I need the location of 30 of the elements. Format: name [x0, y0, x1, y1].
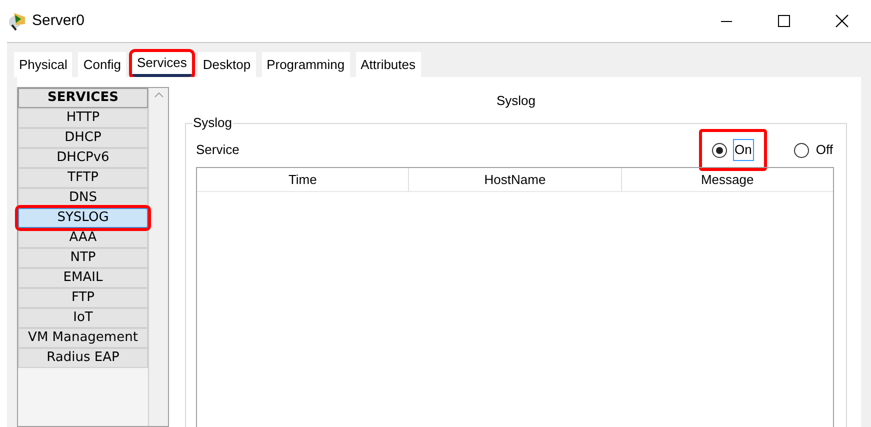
service-item[interactable]: VM Management: [18, 328, 148, 348]
service-item[interactable]: TFTP: [18, 168, 148, 188]
service-item[interactable]: DHCP: [18, 128, 148, 148]
tab[interactable]: Programming: [262, 52, 350, 77]
column-header[interactable]: Message: [620, 168, 833, 191]
radio-option[interactable]: Off: [780, 130, 847, 170]
column-header[interactable]: Time: [197, 168, 408, 191]
service-item[interactable]: IoT: [18, 308, 148, 328]
tab[interactable]: Config: [78, 52, 126, 77]
scrollbar[interactable]: [148, 88, 168, 426]
service-item[interactable]: FTP: [18, 288, 148, 308]
tab[interactable]: Services: [132, 52, 192, 77]
panel-title: Syslog: [495, 92, 537, 110]
window-title: Server0: [32, 10, 85, 31]
service-item[interactable]: SYSLOG: [18, 208, 148, 228]
tab[interactable]: Physical: [14, 52, 72, 77]
server-app-icon: [8, 11, 28, 31]
service-item[interactable]: DHCPv6: [18, 148, 148, 168]
tab[interactable]: Desktop: [198, 52, 256, 77]
service-label: Service: [196, 141, 240, 160]
radio-option[interactable]: On: [698, 129, 767, 171]
service-item[interactable]: Radius EAP: [18, 348, 148, 368]
service-item[interactable]: EMAIL: [18, 268, 148, 288]
group-label: Syslog: [192, 115, 234, 131]
tab[interactable]: Attributes: [356, 52, 421, 77]
scroll-up-icon[interactable]: [154, 92, 164, 98]
list-heading: SERVICES: [18, 88, 148, 108]
column-header[interactable]: HostName: [408, 168, 621, 191]
service-item[interactable]: NTP: [18, 248, 148, 268]
service-item[interactable]: HTTP: [18, 108, 148, 128]
